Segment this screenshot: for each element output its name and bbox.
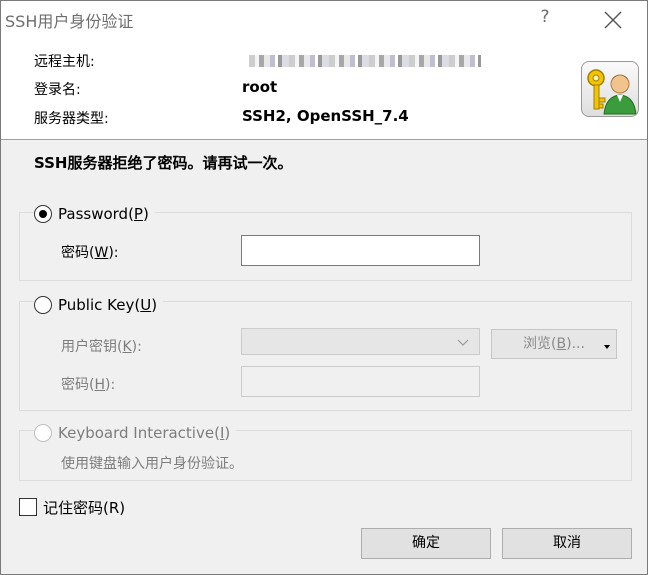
ssh-auth-dialog: SSH用户身份验证 ? 远程主机: 登录名: root 服务器类型: SSH2,… [0, 0, 648, 575]
user-key-select[interactable] [241, 328, 480, 355]
login-name-value: root [242, 78, 278, 96]
cancel-button[interactable]: 取消 [502, 528, 632, 559]
error-message: SSH服务器拒绝了密码。请再试一次。 [34, 154, 293, 172]
user-key-icon [581, 61, 639, 117]
server-type-label: 服务器类型: [34, 111, 109, 127]
password-input[interactable] [241, 235, 480, 266]
password-radio[interactable] [34, 205, 52, 223]
ok-button[interactable]: 确定 [361, 528, 491, 559]
public-key-radio-row[interactable]: Public Key(U) [34, 294, 164, 316]
browse-button[interactable]: 浏览(B)... [491, 329, 617, 359]
user-key-label: 用户密钥(K): [61, 339, 142, 355]
keyboard-interactive-description: 使用键盘输入用户身份验证。 [61, 456, 243, 472]
window-title: SSH用户身份验证 [5, 12, 134, 31]
public-key-radio-label: Public Key(U) [58, 296, 158, 314]
remote-host-value-redacted [249, 55, 481, 67]
title-bar: SSH用户身份验证 ? [1, 1, 647, 37]
keyboard-interactive-radio-label: Keyboard Interactive(I) [58, 424, 231, 442]
remember-password-checkbox[interactable] [19, 498, 37, 516]
server-type-value: SSH2, OpenSSH_7.4 [242, 107, 409, 125]
password-radio-row[interactable]: Password(P) [34, 203, 155, 225]
browse-button-label: 浏览(B)... [523, 336, 585, 352]
close-button[interactable] [602, 9, 624, 31]
remember-password-label[interactable]: 记住密码(R) [43, 497, 125, 518]
chevron-down-icon [457, 339, 469, 346]
key-passphrase-input[interactable] [241, 366, 480, 397]
help-button[interactable]: ? [538, 7, 552, 27]
public-key-radio[interactable] [34, 296, 52, 314]
login-name-label: 登录名: [34, 82, 81, 98]
close-icon [604, 11, 622, 29]
keyboard-interactive-radio-row[interactable]: Keyboard Interactive(I) [34, 422, 237, 444]
key-passphrase-label: 密码(H): [61, 377, 116, 393]
connection-info-panel: 远程主机: 登录名: root 服务器类型: SSH2, OpenSSH_7.4 [1, 37, 647, 140]
keyboard-interactive-radio[interactable] [34, 424, 52, 442]
password-field-label: 密码(W): [61, 245, 119, 261]
dropdown-caret-icon [604, 345, 610, 349]
password-radio-label: Password(P) [58, 205, 149, 223]
remote-host-label: 远程主机: [34, 54, 95, 70]
